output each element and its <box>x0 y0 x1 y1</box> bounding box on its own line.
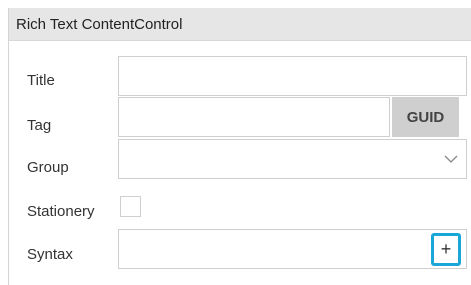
group-label: Group <box>27 159 69 176</box>
tag-input[interactable] <box>119 98 389 136</box>
guid-button[interactable]: GUID <box>392 97 459 137</box>
syntax-input[interactable] <box>119 230 466 268</box>
chevron-down-icon <box>444 155 458 163</box>
stationery-label: Stationery <box>27 203 95 220</box>
syntax-label: Syntax <box>27 246 73 263</box>
content-control-panel: Rich Text ContentControl Title Tag GUID … <box>8 8 471 285</box>
tag-label: Tag <box>27 117 52 134</box>
tag-field[interactable] <box>118 97 390 137</box>
panel-title: Rich Text ContentControl <box>9 8 471 41</box>
syntax-field[interactable] <box>118 229 467 269</box>
stationery-checkbox[interactable] <box>120 196 141 217</box>
title-input[interactable] <box>119 57 466 95</box>
add-syntax-button[interactable]: + <box>431 233 461 266</box>
plus-icon: + <box>440 239 452 259</box>
title-field[interactable] <box>118 56 467 96</box>
title-label: Title <box>27 72 55 89</box>
group-dropdown[interactable] <box>118 139 467 179</box>
